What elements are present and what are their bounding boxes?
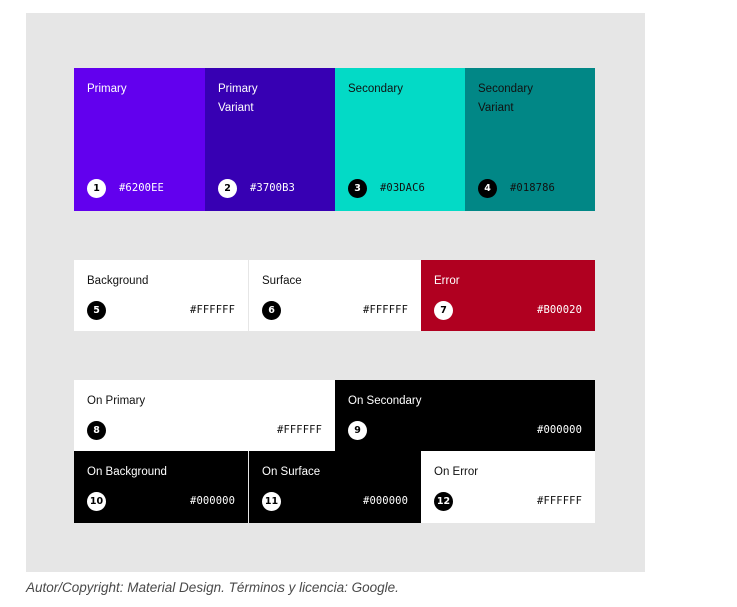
swatch-number-badge: 7 bbox=[434, 301, 453, 320]
swatch-secondary: Secondary 3 #03DAC6 bbox=[335, 68, 465, 211]
swatch-hex: #6200EE bbox=[119, 182, 164, 194]
swatch-hex: #B00020 bbox=[537, 304, 582, 316]
swatch-label: Secondary Variant bbox=[478, 83, 533, 114]
swatch-number-badge: 5 bbox=[87, 301, 106, 320]
swatch-hex: #3700B3 bbox=[250, 182, 295, 194]
swatch-on-primary: On Primary 8 #FFFFFF bbox=[74, 380, 335, 451]
swatch-number-badge: 3 bbox=[348, 179, 367, 198]
swatch-on-error: On Error 12 #FFFFFF bbox=[421, 451, 595, 523]
swatch-label: On Error bbox=[434, 466, 479, 478]
swatch-number-badge: 1 bbox=[87, 179, 106, 198]
swatch-hex: #FFFFFF bbox=[363, 304, 408, 316]
swatch-label: Primary bbox=[87, 83, 127, 95]
swatch-primary: Primary 1 #6200EE bbox=[74, 68, 205, 211]
swatch-number-badge: 12 bbox=[434, 492, 453, 511]
swatch-number-badge: 9 bbox=[348, 421, 367, 440]
swatch-label: On Secondary bbox=[348, 395, 422, 407]
image-caption: Autor/Copyright: Material Design. Términ… bbox=[26, 580, 399, 595]
swatch-on-secondary: On Secondary 9 #000000 bbox=[335, 380, 595, 451]
swatch-label: On Primary bbox=[87, 395, 146, 407]
swatch-number-badge: 11 bbox=[262, 492, 281, 511]
swatch-number-badge: 10 bbox=[87, 492, 106, 511]
swatch-label: On Surface bbox=[262, 466, 321, 478]
swatch-label: Secondary bbox=[348, 83, 403, 95]
swatch-label: Primary Variant bbox=[218, 83, 258, 114]
swatch-hex: #03DAC6 bbox=[380, 182, 425, 194]
swatch-surface: Surface 6 #FFFFFF bbox=[249, 260, 421, 331]
swatch-number-badge: 8 bbox=[87, 421, 106, 440]
swatch-hex: #000000 bbox=[190, 495, 235, 507]
swatch-hex: #FFFFFF bbox=[190, 304, 235, 316]
swatch-on-background: On Background 10 #000000 bbox=[74, 451, 248, 523]
swatch-number-badge: 2 bbox=[218, 179, 237, 198]
swatch-on-surface: On Surface 11 #000000 bbox=[249, 451, 421, 523]
swatch-number-badge: 4 bbox=[478, 179, 497, 198]
swatch-background: Background 5 #FFFFFF bbox=[74, 260, 248, 331]
swatch-label: Surface bbox=[262, 275, 302, 287]
swatch-hex: #FFFFFF bbox=[537, 495, 582, 507]
swatch-label: Error bbox=[434, 275, 460, 287]
swatch-error: Error 7 #B00020 bbox=[421, 260, 595, 331]
swatch-label: Background bbox=[87, 275, 149, 287]
swatch-primary-variant: Primary Variant 2 #3700B3 bbox=[205, 68, 335, 211]
swatch-hex: #000000 bbox=[537, 424, 582, 436]
swatch-label: On Background bbox=[87, 466, 167, 478]
swatch-hex: #018786 bbox=[510, 182, 555, 194]
swatch-hex: #000000 bbox=[363, 495, 408, 507]
swatch-secondary-variant: Secondary Variant 4 #018786 bbox=[465, 68, 595, 211]
swatch-number-badge: 6 bbox=[262, 301, 281, 320]
color-palette-panel: Primary 1 #6200EE Primary Variant 2 #370… bbox=[26, 13, 645, 572]
swatch-hex: #FFFFFF bbox=[277, 424, 322, 436]
